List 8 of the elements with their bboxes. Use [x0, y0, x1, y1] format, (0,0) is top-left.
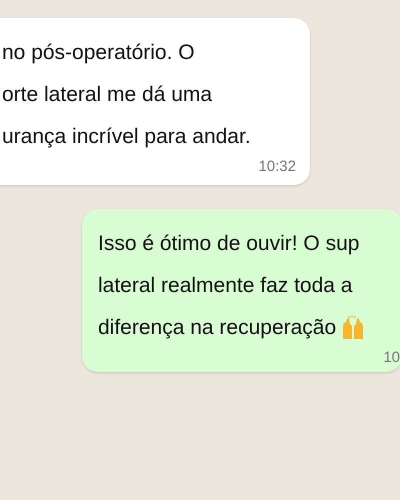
message-time: 10: [383, 349, 400, 366]
message-text: urança incrível para andar.: [2, 124, 251, 150]
message-text: diferença na recuperação: [98, 315, 336, 341]
message-text: lateral realmente faz toda a: [98, 273, 352, 299]
message-time: 10:32: [258, 158, 296, 175]
message-text: no pós-operatório. O: [2, 40, 195, 66]
message-text: Isso é ótimo de ouvir! O sup: [98, 231, 360, 257]
message-text: orte lateral me dá uma: [2, 82, 212, 108]
